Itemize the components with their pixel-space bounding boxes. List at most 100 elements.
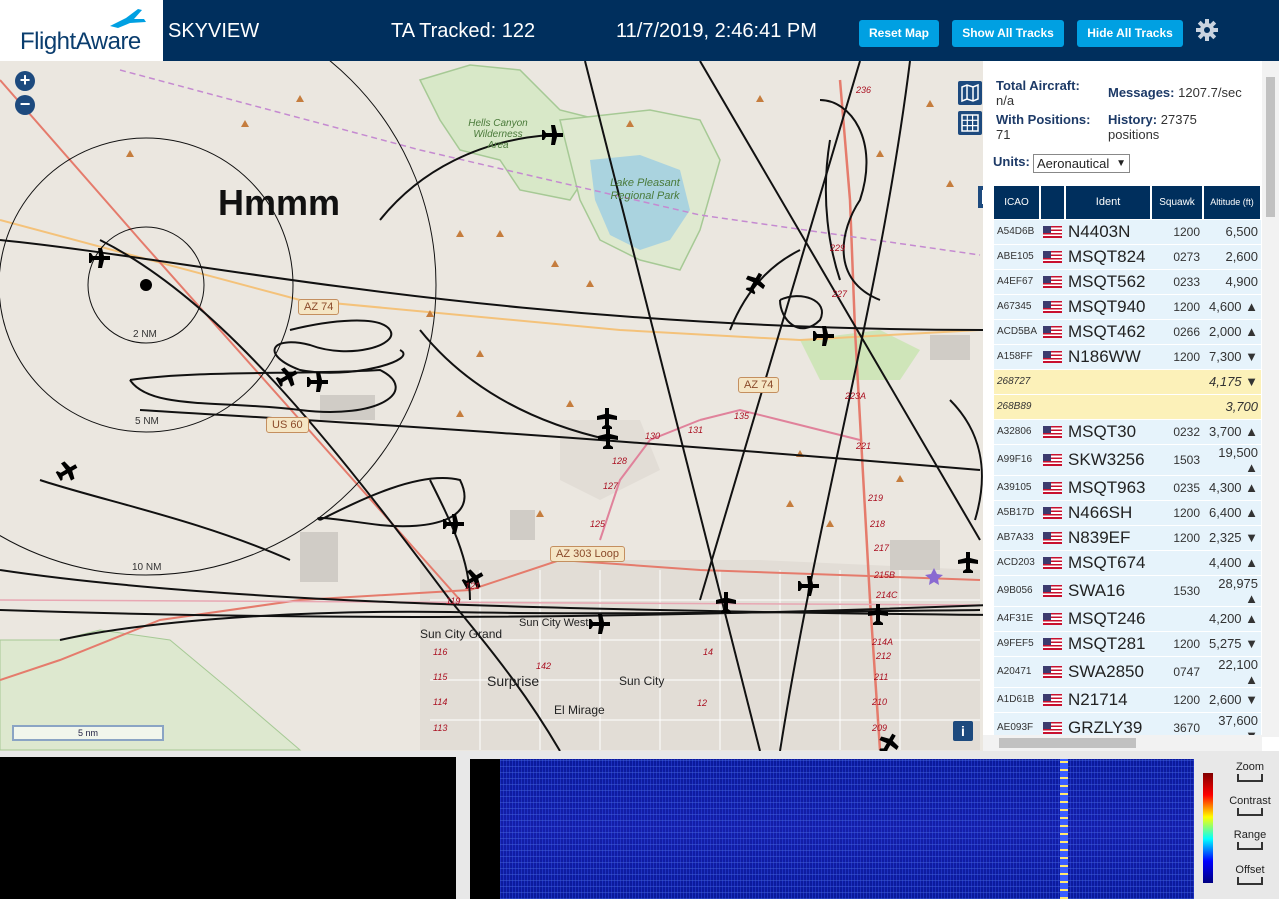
icao-cell: ABE105 [994, 243, 1041, 269]
altitude-cell: 2,325 ▼ [1203, 524, 1262, 550]
map-layers-icon[interactable] [958, 81, 982, 105]
route-number: 217 [874, 543, 890, 553]
app-name: SKYVIEW [168, 20, 260, 42]
squawk-cell [1151, 368, 1204, 394]
altitude-cell: 4,175 ▼ [1203, 368, 1262, 394]
table-row[interactable]: A20471 SWA2850 0747 22,100 ▲ [994, 655, 1262, 687]
table-row[interactable]: A4F31E MSQT246 4,200 ▲ [994, 605, 1262, 631]
route-number: 227 [832, 289, 848, 299]
aircraft-table: ICAO Ident Squawk Altitude (ft) A54D6B N4… [994, 186, 1263, 751]
grid-icon[interactable] [958, 111, 982, 135]
route-number: 113 [433, 723, 448, 733]
us-flag-icon [1043, 612, 1063, 625]
ident-cell: MSQT281 [1065, 630, 1152, 656]
table-row[interactable]: 268B89 3,700 [994, 393, 1262, 419]
us-flag-icon [1043, 506, 1063, 519]
column-header-icao[interactable]: ICAO [994, 186, 1042, 219]
route-number: 114 [433, 697, 448, 707]
icao-cell: 268B89 [994, 393, 1041, 419]
offset-control[interactable]: Offset [1224, 864, 1276, 885]
us-flag-icon [1043, 584, 1063, 597]
us-flag-icon [1043, 637, 1063, 650]
altitude-cell: 6,500 [1203, 218, 1262, 244]
column-header-ident[interactable]: Ident [1065, 186, 1153, 219]
contrast-control[interactable]: Contrast [1224, 795, 1276, 816]
column-header-altitude[interactable]: Altitude (ft) [1203, 186, 1263, 219]
hide-all-tracks-button[interactable]: Hide All Tracks [1077, 20, 1183, 47]
town-surprise: Surprise [487, 673, 540, 689]
zoom-in-button[interactable]: + [15, 71, 35, 91]
spectrum-waterfall[interactable] [470, 759, 1194, 899]
us-flag-icon [1043, 481, 1063, 494]
table-row[interactable]: A39105 MSQT963 0235 4,300 ▲ [994, 474, 1262, 500]
with-positions-label: With Positions: [996, 112, 1091, 127]
annotation-text: Hmmm [218, 182, 341, 223]
table-row[interactable]: A9B056 SWA16 1530 28,975 ▲ [994, 574, 1262, 606]
range-control[interactable]: Range [1224, 829, 1276, 850]
column-header-squawk[interactable]: Squawk [1151, 186, 1205, 219]
flightaware-logo[interactable]: FlightAware [0, 0, 163, 61]
zoom-out-button[interactable]: − [15, 95, 35, 115]
ident-cell: N21714 [1065, 686, 1152, 712]
table-row[interactable]: A4EF67 MSQT562 0233 4,900 [994, 268, 1262, 294]
zoom-slider[interactable] [1237, 774, 1263, 782]
table-row[interactable]: A1D61B N21714 1200 2,600 ▼ [994, 686, 1262, 712]
altitude-cell: 4,300 ▲ [1203, 474, 1262, 500]
blank-panel [0, 757, 456, 899]
table-row[interactable]: A99F16 SKW3256 1503 19,500 ▲ [994, 443, 1262, 475]
flag-cell [1040, 474, 1066, 500]
table-row[interactable]: A9FEF5 MSQT281 1200 5,275 ▼ [994, 630, 1262, 656]
route-number: 12 [697, 698, 708, 708]
gear-icon[interactable] [1195, 18, 1219, 42]
table-row[interactable]: A54D6B N4403N 1200 6,500 [994, 218, 1262, 244]
table-row[interactable]: ABE105 MSQT824 0273 2,600 [994, 243, 1262, 269]
units-select[interactable]: Aeronautical ▼ [1033, 154, 1130, 173]
table-row[interactable]: ACD5BA MSQT462 0266 2,000 ▲ [994, 318, 1262, 344]
show-all-tracks-button[interactable]: Show All Tracks [952, 20, 1064, 47]
squawk-cell: 1200 [1151, 293, 1204, 319]
altitude-cell: 19,500 ▲ [1203, 443, 1262, 475]
ring-label-2nm: 2 NM [133, 329, 157, 340]
messages-stat: Messages: 1207.7/sec [1108, 85, 1242, 100]
table-row[interactable]: A158FF N186WW 1200 7,300 ▼ [994, 343, 1262, 369]
ident-cell [1065, 393, 1152, 419]
route-number: 218 [870, 519, 886, 529]
squawk-cell: 0235 [1151, 474, 1204, 500]
flag-cell [1040, 605, 1066, 631]
table-row[interactable]: AB7A33 N839EF 1200 2,325 ▼ [994, 524, 1262, 550]
range-slider[interactable] [1237, 842, 1263, 850]
table-row[interactable]: 268727 4,175 ▼ [994, 368, 1262, 394]
squawk-cell [1151, 605, 1204, 631]
column-header-flag[interactable] [1040, 186, 1067, 219]
horizontal-scrollbar[interactable] [983, 735, 1262, 751]
vertical-scrollbar[interactable] [1262, 61, 1279, 737]
map-label-lake-pleasant: Lake Pleasant Regional Park [610, 177, 680, 202]
contrast-slider[interactable] [1237, 808, 1263, 816]
ident-cell: MSQT963 [1065, 474, 1152, 500]
reset-map-button[interactable]: Reset Map [859, 20, 939, 47]
zoom-control[interactable]: Zoom [1224, 761, 1276, 782]
aircraft-panel: Total Aircraft: n/a With Positions: 71 M… [983, 61, 1279, 751]
town-sun-city-grand: Sun City Grand [420, 627, 503, 641]
map-canvas[interactable] [0, 61, 983, 751]
offset-slider[interactable] [1237, 877, 1263, 885]
table-row[interactable]: A5B17D N466SH 1200 6,400 ▲ [994, 499, 1262, 525]
table-row[interactable]: A67345 MSQT940 1200 4,600 ▲ [994, 293, 1262, 319]
table-row[interactable]: A32806 MSQT30 0232 3,700 ▲ [994, 418, 1262, 444]
altitude-cell: 4,200 ▲ [1203, 605, 1262, 631]
route-number: 229 [830, 243, 846, 253]
table-row[interactable]: ACD203 MSQT674 4,400 ▲ [994, 549, 1262, 575]
route-number: 214C [876, 590, 898, 600]
aircraft-table-body: A54D6B N4403N 1200 6,500 ABE105 MSQT824 0273 2,… [994, 218, 1262, 751]
squawk-cell: 1200 [1151, 686, 1204, 712]
icao-cell: A9FEF5 [994, 630, 1041, 656]
scrollbar-thumb[interactable] [1266, 77, 1275, 217]
squawk-cell: 0232 [1151, 418, 1204, 444]
contrast-label: Contrast [1229, 795, 1271, 807]
info-icon[interactable]: i [953, 721, 973, 741]
ident-cell: MSQT246 [1065, 605, 1152, 631]
messages-label: Messages: [1108, 85, 1175, 100]
scrollbar-thumb[interactable] [999, 738, 1136, 748]
map-view[interactable]: + − Hmmm Hells Canyon Wilderness Area La… [0, 61, 983, 751]
squawk-cell: 1503 [1151, 443, 1204, 475]
